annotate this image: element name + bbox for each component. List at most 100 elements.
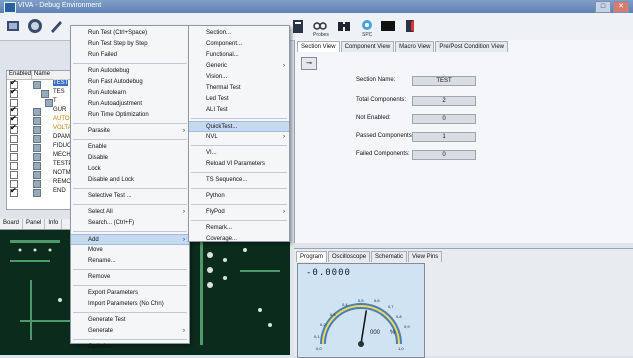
menu-item-run-test-step-by-step[interactable]: Run Test Step by Step [71, 39, 189, 50]
pin-button[interactable]: ⊸ [301, 57, 317, 70]
menu-item-thermal-test[interactable]: Thermal Test [189, 83, 289, 94]
menu-item-coverage[interactable]: Coverage... [189, 234, 289, 245]
menu-item-label: Import Parameters (No Chn) [88, 301, 164, 307]
menu-item-flypod[interactable]: FlyPod › [189, 207, 289, 218]
tab-board[interactable]: Board [0, 219, 24, 229]
menu-item-lock[interactable]: Lock [71, 164, 189, 175]
menu-separator [73, 188, 187, 189]
menu-separator [191, 172, 287, 173]
menu-item-remark[interactable]: Remark... [189, 223, 289, 234]
menu-item-rename[interactable]: Rename... [71, 256, 189, 267]
tree-item-label: MECH [53, 152, 71, 158]
menu-item-disable[interactable]: Disable [71, 153, 189, 164]
menu-item-reload-vi-parameters[interactable]: Reload VI Parameters [189, 159, 289, 170]
tab-oscilloscope[interactable]: Oscilloscope [328, 251, 371, 262]
menu-item-label: ALI Test [206, 107, 228, 113]
menu-item-generate-test[interactable]: Generate Test [71, 315, 189, 326]
menu-item-python[interactable]: Python [189, 191, 289, 202]
menu-item-led-test[interactable]: Led Test [189, 94, 289, 105]
menu-item-ts-sequence[interactable]: TS Sequence... [189, 175, 289, 186]
tab-panel[interactable]: Panel [23, 219, 46, 229]
menu-item-run-test-ctrl-space[interactable]: Run Test (Ctrl+Space) [71, 28, 189, 39]
menu-item-label: Component... [206, 41, 243, 47]
enabled-checkbox[interactable] [10, 162, 18, 170]
menu-item-move[interactable]: Move [71, 245, 189, 256]
exit-door-icon[interactable] [402, 18, 418, 34]
pencil-icon[interactable] [48, 18, 64, 34]
binoculars-icon[interactable] [336, 18, 352, 34]
menu-item-run-autoadjustment[interactable]: Run Autoadjustment [71, 99, 189, 110]
enabled-checkbox[interactable] [10, 153, 18, 161]
menu-item-label: Coverage... [206, 236, 238, 242]
tab-view-pins[interactable]: View Pins [408, 251, 443, 262]
enabled-checkbox[interactable] [10, 144, 18, 152]
menu-separator [191, 188, 287, 189]
menu-item-select-all[interactable]: Select All › [71, 207, 189, 218]
tree-item-label: VOLTA [53, 125, 72, 131]
stop-icon[interactable] [27, 18, 43, 34]
section-view-panel: Section View Component View Macro View P… [294, 40, 633, 243]
pin-icon: ⊸ [306, 60, 312, 67]
menu-item-optimize[interactable]: Optimize [71, 342, 189, 353]
menu-item-disable-and-lock[interactable]: Disable and Lock [71, 175, 189, 186]
menu-item-vision[interactable]: Vision... [189, 72, 289, 83]
tab-macro-view[interactable]: Macro View [395, 41, 435, 52]
menu-item-label: Lock [88, 166, 101, 172]
menu-item-vi[interactable]: VI... [189, 148, 289, 159]
close-button[interactable]: ✕ [613, 1, 629, 13]
menu-item-enable[interactable]: Enable [71, 142, 189, 153]
gauge-scale-label: 0,5 [358, 298, 364, 303]
meter-needle [360, 310, 368, 345]
menu-separator [191, 220, 287, 221]
menu-separator [191, 118, 287, 119]
tab-section-view[interactable]: Section View [297, 41, 340, 52]
document-icon[interactable] [290, 18, 306, 34]
menu-item-run-failed[interactable]: Run Failed [71, 50, 189, 61]
gauge-scale-label: 0,1 [314, 334, 320, 339]
menu-item-run-autodebug[interactable]: Run Autodebug [71, 66, 189, 77]
tab-pre-post-condition-view[interactable]: Pre/Post Condition View [435, 41, 508, 52]
menu-item-parasite[interactable]: Parasite › [71, 126, 189, 137]
menu-item-import-parameters-no-chn[interactable]: Import Parameters (No Chn) [71, 299, 189, 310]
tree-item-label: DPAMI [53, 134, 72, 140]
open-icon[interactable] [5, 18, 21, 34]
menu-item-label: Disable [88, 155, 109, 161]
menu-item-label: Remove [88, 274, 111, 280]
menu-item-ali-test[interactable]: ALI Test [189, 105, 289, 116]
menu-item-label: Functional... [206, 52, 239, 58]
menu-separator [73, 269, 187, 270]
maximize-button[interactable]: □ [595, 1, 611, 13]
menu-item-generate[interactable]: Generate › [71, 326, 189, 337]
menu-item-run-autolearn[interactable]: Run Autolearn [71, 88, 189, 99]
failed-components-label: Failed Components: [356, 151, 410, 157]
menu-separator [73, 139, 187, 140]
menu-item-generic[interactable]: Generic › [189, 61, 289, 72]
enabled-checkbox[interactable] [10, 171, 18, 179]
tab-schematic[interactable]: Schematic [371, 251, 408, 262]
tab-component-view[interactable]: Component View [340, 41, 395, 52]
menu-item-add[interactable]: Add › [71, 234, 189, 245]
tree-item-label: T [53, 98, 57, 104]
menu-item-component[interactable]: Component... [189, 39, 289, 50]
gauge-scale-label: 0,2 [320, 322, 326, 327]
enabled-checkbox[interactable] [10, 135, 18, 143]
menu-item-run-fast-autodebug[interactable]: Run Fast Autodebug [71, 77, 189, 88]
menu-item-selective-test[interactable]: Selective Test ... [71, 191, 189, 202]
spc-label: SPC [362, 32, 373, 38]
menu-item-quicktest[interactable]: QuickTest... [189, 121, 289, 132]
menu-item-functional[interactable]: Functional... [189, 50, 289, 61]
menu-item-search-ctrl-f[interactable]: Search... (Ctrl+F) [71, 218, 189, 229]
menu-item-run-time-optimization[interactable]: Run Time Optimization [71, 110, 189, 121]
menu-item-label: Optimize [88, 344, 112, 350]
screen-icon[interactable] [380, 18, 396, 34]
menu-item-export-parameters[interactable]: Export Parameters [71, 288, 189, 299]
menu-item-remove[interactable]: Remove [71, 272, 189, 283]
passed-components-value: 1 [412, 132, 476, 142]
gauge-scale-label: 0,7 [388, 304, 394, 309]
menu-item-nvl[interactable]: NVL › [189, 132, 289, 143]
meter-hub [358, 341, 364, 347]
menu-item-section[interactable]: Section... [189, 28, 289, 39]
tab-program[interactable]: Program [296, 251, 328, 262]
tab-info[interactable]: Info [45, 219, 63, 229]
menu-separator [73, 204, 187, 205]
